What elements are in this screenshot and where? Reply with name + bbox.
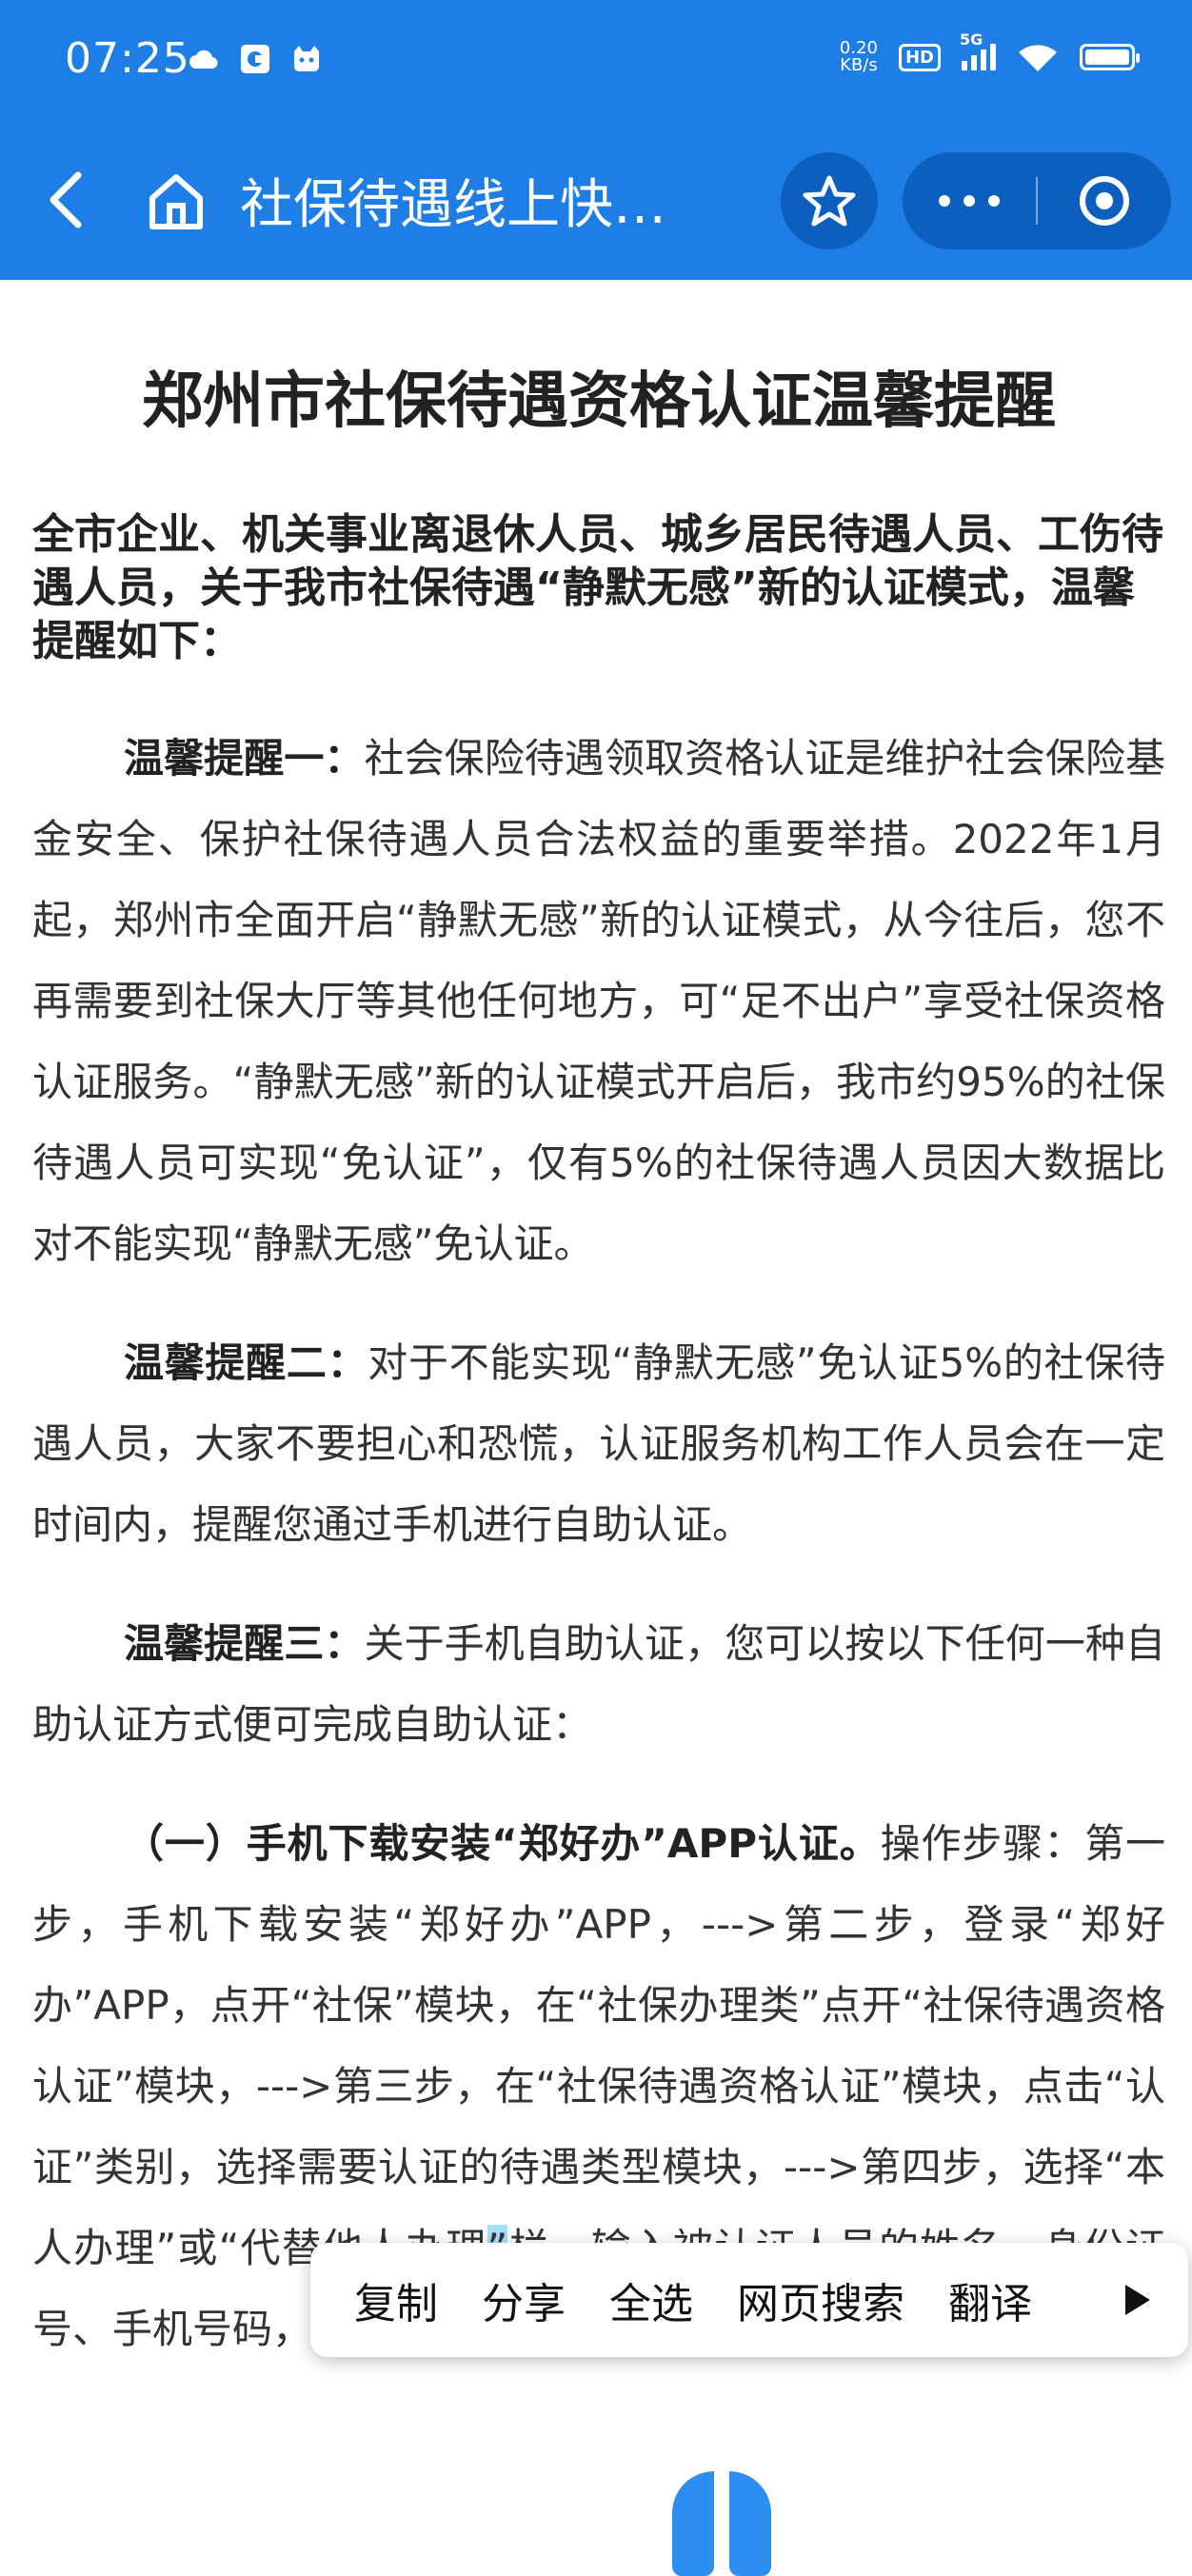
more-dot — [964, 195, 975, 207]
reminder-one-text: 社会保险待遇领取资格认证是维护社会保险基金安全、保护社保待遇人员合法权益的重要举… — [32, 735, 1165, 1267]
copy-menu-item[interactable]: 复制 — [310, 2269, 460, 2330]
target-circle-icon — [1080, 176, 1129, 226]
text-selection-menu: 复制 分享 全选 网页搜索 翻译 — [310, 2243, 1188, 2357]
network-speed-unit: KB/s — [840, 55, 878, 75]
selection-handle-end[interactable] — [729, 2471, 771, 2576]
cloud-icon — [189, 50, 218, 69]
star-icon — [803, 175, 856, 227]
cat-app-icon — [294, 46, 319, 71]
page-title: 社保待遇线上快… — [240, 174, 666, 236]
method-one-text: 操作步骤：第一步，手机下载安装“郑好办”APP，--->第二步，登录“郑好办”A… — [32, 1820, 1165, 2271]
wifi-icon — [1019, 45, 1057, 71]
miniapp-capsule — [903, 152, 1171, 249]
battery-icon — [1080, 44, 1140, 70]
more-options-arrow-icon[interactable] — [1125, 2285, 1150, 2315]
web-search-menu-item[interactable]: 网页搜索 — [715, 2269, 926, 2330]
article-content: 郑州市社保待遇资格认证温馨提醒 全市企业、机关事业离退休人员、城乡居民待遇人员、… — [32, 352, 1165, 2408]
app-header: 07:25 0.20 KB/s HD 5G 社保待遇线上快… — [0, 0, 1192, 280]
app-notification-icon — [241, 45, 269, 73]
close-miniapp-button[interactable] — [1038, 176, 1171, 226]
article-intro: 全市企业、机关事业离退休人员、城乡居民待遇人员、工伤待遇人员，关于我市社保待遇“… — [32, 510, 1163, 665]
reminder-two-lead: 温馨提醒二： — [124, 1339, 368, 1386]
more-dot — [939, 195, 950, 207]
home-icon[interactable] — [143, 168, 209, 234]
signal-icon: 5G — [960, 30, 996, 70]
hd-badge: HD — [898, 43, 941, 71]
select-all-menu-item[interactable]: 全选 — [587, 2269, 715, 2330]
reminder-three: 温馨提醒三：关于手机自助认证，您可以按以下任何一种自助认证方式便可完成自助认证： — [32, 1603, 1165, 1765]
selection-handle-start[interactable] — [672, 2471, 714, 2576]
back-icon[interactable] — [38, 162, 95, 238]
translate-menu-item[interactable]: 翻译 — [926, 2269, 1054, 2330]
reminder-three-lead: 温馨提醒三： — [124, 1620, 365, 1667]
favorite-button[interactable] — [781, 152, 878, 249]
status-time: 07:25 — [65, 34, 190, 83]
method-one-lead: （一）手机下载安装“郑好办”APP认证。 — [124, 1820, 881, 1867]
network-speed: 0.20 KB/s — [840, 40, 878, 74]
network-type: 5G — [960, 30, 983, 49]
share-menu-item[interactable]: 分享 — [460, 2269, 587, 2330]
reminder-two: 温馨提醒二：对于不能实现“静默无感”免认证5%的社保待遇人员，大家不要担心和恐慌… — [32, 1322, 1165, 1565]
reminder-one-lead: 温馨提醒一： — [124, 735, 365, 782]
more-dot — [988, 195, 1000, 207]
status-system-icons: 0.20 KB/s HD 5G — [840, 30, 1140, 74]
status-notification-icons — [187, 42, 324, 76]
more-menu-button[interactable] — [903, 195, 1036, 207]
reminder-one: 温馨提醒一：社会保险待遇领取资格认证是维护社会保险基金安全、保护社保待遇人员合法… — [32, 718, 1165, 1284]
article-headline: 郑州市社保待遇资格认证温馨提醒 — [142, 367, 1056, 437]
